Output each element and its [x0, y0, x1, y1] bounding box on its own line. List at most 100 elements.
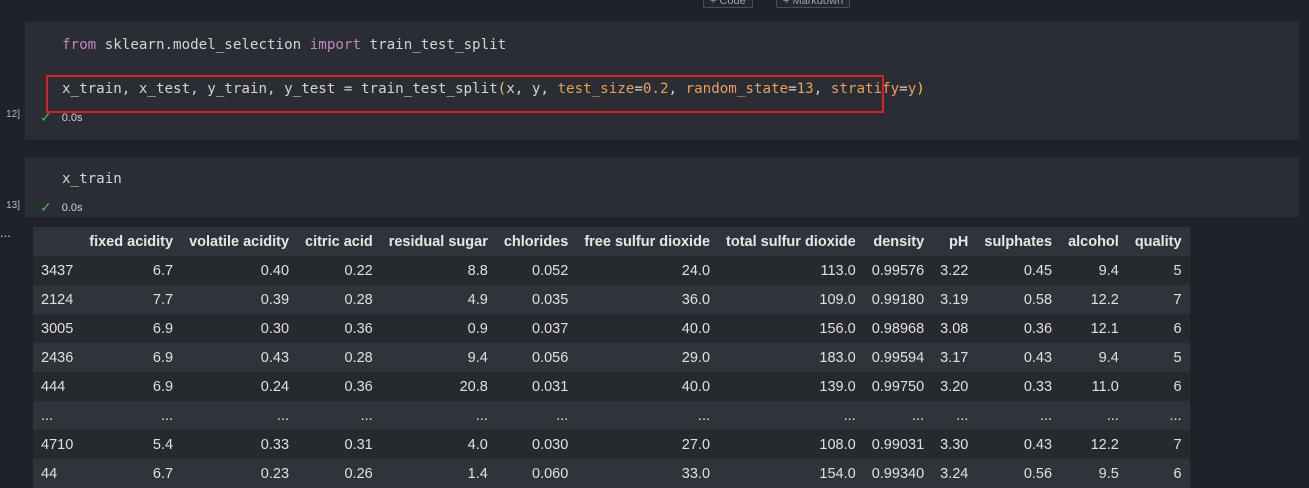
- table-cell: 0.28: [344, 291, 373, 308]
- table-cell: 4.0: [467, 436, 488, 453]
- code-line-x-train[interactable]: x_train: [62, 171, 122, 187]
- table-cell: 5.4: [152, 436, 174, 453]
- cell-status-13: ✓ 0.0s: [40, 199, 83, 216]
- add-code-button[interactable]: + Code: [703, 0, 753, 8]
- column-header: fixed acidity: [89, 233, 174, 250]
- execution-count-12: 12]: [6, 109, 20, 120]
- table-cell: 0.031: [532, 378, 569, 395]
- row-index-cell: 44: [41, 465, 58, 482]
- table-cell: 6.9: [152, 349, 174, 366]
- table-row: .......................................: [33, 401, 1190, 430]
- table-cell: 0.056: [532, 349, 569, 366]
- column-header: pH: [949, 233, 969, 250]
- dataframe-table: fixed acidity volatile acidity citric acid…: [33, 227, 1190, 488]
- table-cell: 40.0: [681, 320, 711, 337]
- table-cell: 3.24: [940, 465, 969, 482]
- table-cell: ...: [160, 407, 174, 424]
- table-cell: ...: [956, 407, 969, 424]
- row-index-cell: 4710: [41, 436, 74, 453]
- table-cell: ...: [360, 407, 373, 424]
- table-row: 44 6.7 0.23 0.26 1.4 0.060 33.0 154.0 0.99340 3.2…: [33, 459, 1190, 488]
- table-cell: 0.98968: [871, 320, 925, 337]
- table-cell: 108.0: [819, 436, 856, 453]
- table-cell: 8.8: [467, 262, 488, 279]
- table-cell: ...: [1169, 407, 1182, 424]
- table-cell: 0.99594: [871, 349, 925, 366]
- table-cell: 0.052: [532, 262, 569, 279]
- module-name: sklearn.model_selection: [104, 37, 302, 53]
- add-markdown-button[interactable]: + Markdown: [776, 0, 851, 8]
- table-cell: 183.0: [819, 349, 856, 366]
- table-cell: 0.060: [532, 465, 569, 482]
- table-cell: 0.43: [1023, 349, 1053, 366]
- row-index-cell: ...: [41, 407, 54, 424]
- table-cell: 7.7: [152, 291, 174, 308]
- table-cell: 11.0: [1091, 378, 1119, 395]
- column-header: free sulfur dioxide: [584, 233, 711, 250]
- keyword-from: from: [62, 37, 97, 53]
- table-cell: 0.43: [1023, 436, 1053, 453]
- column-header: citric acid: [305, 233, 373, 250]
- output-menu-ellipsis[interactable]: ...: [0, 225, 11, 240]
- check-icon: ✓: [40, 199, 52, 215]
- table-cell: 40.0: [681, 378, 711, 395]
- column-header: quality: [1134, 233, 1182, 250]
- table-cell: 0.26: [344, 465, 373, 482]
- table-cell: 0.43: [260, 349, 290, 366]
- column-header: volatile acidity: [189, 233, 290, 250]
- table-cell: 12.2: [1090, 291, 1119, 308]
- cell-status-12: ✓ 0.0s: [40, 109, 83, 126]
- table-cell: 5: [1173, 349, 1182, 366]
- table-cell: 0.9: [467, 320, 488, 337]
- code-cell-13[interactable]: [25, 157, 1299, 217]
- table-cell: 0.030: [532, 436, 569, 453]
- table-row: 3437 6.7 0.40 0.22 8.8 0.052 24.0 113.0 0.99576 3…: [33, 256, 1190, 285]
- imported-name: train_test_split: [369, 37, 507, 53]
- row-index-cell: 444: [41, 378, 66, 395]
- table-cell: 109.0: [819, 291, 856, 308]
- column-header: alcohol: [1068, 233, 1119, 250]
- table-cell: 6: [1173, 465, 1182, 482]
- table-cell: 6: [1173, 320, 1182, 337]
- row-index-cell: 2436: [41, 349, 74, 366]
- table-cell: 36.0: [681, 291, 711, 308]
- table-cell: 33.0: [681, 465, 711, 482]
- table-cell: 0.36: [1023, 320, 1053, 337]
- table-cell: 0.58: [1023, 291, 1053, 308]
- table-cell: 0.33: [260, 436, 290, 453]
- column-header: sulphates: [984, 233, 1053, 250]
- code-line-import[interactable]: from sklearn.model_selection import trai…: [62, 37, 506, 53]
- table-cell: 3.30: [940, 436, 969, 453]
- row-index-cell: 2124: [41, 291, 74, 308]
- table-cell: 7: [1173, 436, 1182, 453]
- row-index-cell: 3437: [41, 262, 74, 279]
- table-cell: 9.4: [467, 349, 488, 366]
- table-row: 444 6.9 0.24 0.36 20.8 0.031 40.0 139.0 0.99750 3…: [33, 372, 1190, 401]
- table-cell: ...: [1039, 407, 1053, 424]
- table-cell: 0.40: [260, 262, 290, 279]
- table-cell: 0.23: [260, 465, 290, 482]
- table-cell: 6.7: [152, 262, 174, 279]
- table-cell: 139.0: [819, 378, 856, 395]
- table-cell: 0.36: [344, 378, 373, 395]
- table-cell: ...: [556, 407, 569, 424]
- value-stratify: y: [907, 81, 917, 97]
- keyword-import: import: [309, 37, 361, 53]
- table-header-row: fixed acidity volatile acidity citric acid…: [33, 227, 1190, 256]
- table-cell: 0.99340: [871, 465, 925, 482]
- table-cell: 0.30: [260, 320, 290, 337]
- table-cell: 29.0: [681, 349, 711, 366]
- table-row: 2124 7.7 0.39 0.28 4.9 0.035 36.0 109.0 0.99180 3…: [33, 285, 1190, 314]
- table-row: 3005 6.9 0.30 0.36 0.9 0.037 40.0 156.0 0.98968 3…: [33, 314, 1190, 343]
- table-cell: 6.9: [152, 378, 174, 395]
- table-cell: 0.56: [1023, 465, 1053, 482]
- execution-count-13: 13]: [6, 200, 20, 211]
- table-cell: 0.45: [1023, 262, 1053, 279]
- table-cell: 12.2: [1090, 436, 1119, 453]
- column-header: chlorides: [503, 233, 569, 250]
- index-header: [33, 227, 81, 256]
- table-cell: 0.28: [344, 349, 373, 366]
- table-cell: 6: [1173, 378, 1182, 395]
- table-cell: 6.7: [152, 465, 174, 482]
- column-header: density: [873, 233, 925, 250]
